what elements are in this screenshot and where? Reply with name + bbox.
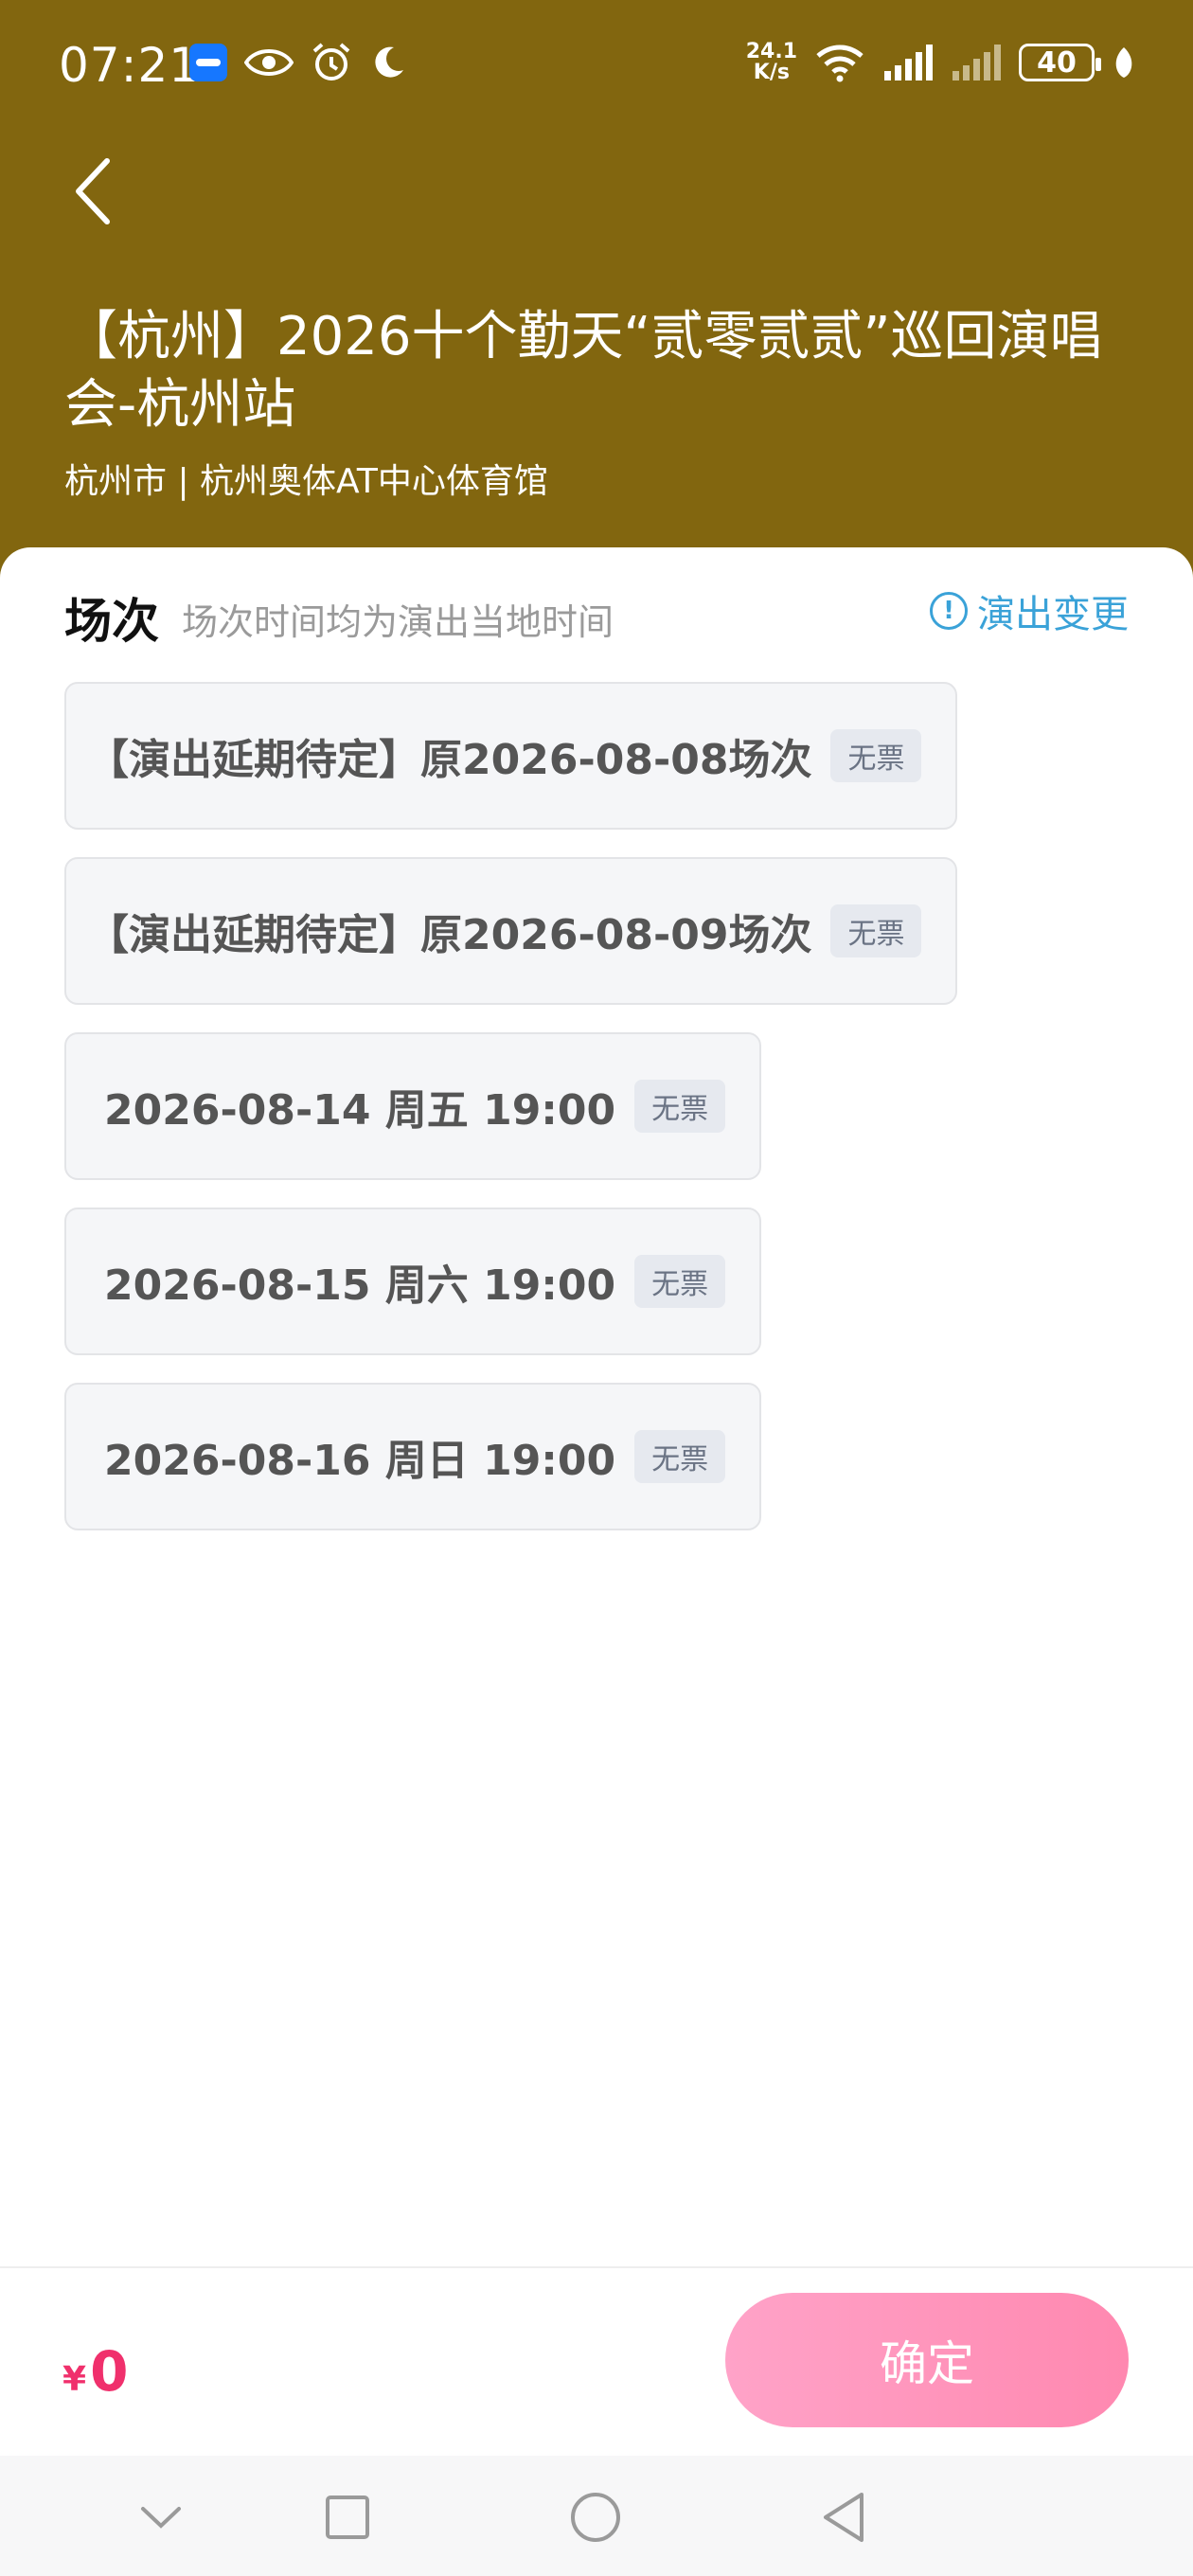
net-speed-value: 24.1 [745,40,797,63]
net-speed: 24.1 K/s [746,42,797,83]
system-nav-bar [0,2456,1193,2576]
status-time: 07:21 [59,38,201,93]
alarm-icon [312,43,350,80]
session-sheet: 场次 场次时间均为演出当地时间 ! 演出变更 【演出延期待定】原2026-08-… [0,547,1193,2266]
nav-back-button[interactable] [810,2484,877,2550]
confirm-button[interactable]: 确定 [725,2293,1129,2427]
event-venue: 杭州市 | 杭州奥体AT中心体育馆 [64,462,548,501]
status-right-icons: 24.1 K/s 40 [746,42,1136,83]
session-label: 【演出延期待定】原2026-08-08场次 [87,736,812,784]
sold-out-tag: 无票 [830,904,922,957]
status-left-icons [189,42,407,83]
info-icon: ! [930,592,968,630]
section-note: 场次时间均为演出当地时间 [182,601,614,643]
nav-home-button[interactable] [562,2484,629,2550]
session-label: 2026-08-16 周日 19:00 [104,1437,616,1485]
total-price: ¥ 0 [62,2339,128,2404]
moon-icon [375,46,403,78]
signal-weak-icon [953,45,1001,80]
sold-out-tag: 无票 [634,1430,726,1483]
battery-indicator: 40 [1019,44,1101,81]
session-label: 2026-08-15 周六 19:00 [104,1261,616,1310]
nav-collapse-button[interactable] [128,2484,194,2550]
app-notification-icon [189,44,227,81]
signal-icon [884,45,933,80]
session-option[interactable]: 【演出延期待定】原2026-08-09场次 无票 [64,857,958,1005]
price-value: 0 [90,2339,129,2404]
sold-out-tag: 无票 [634,1080,726,1133]
event-title: 【杭州】2026十个勤天“贰零贰贰”巡回演唱会-杭州站 [64,306,1103,436]
square-icon [326,2496,369,2539]
session-option[interactable]: 2026-08-15 周六 19:00 无票 [64,1208,762,1355]
bottom-bar: ¥ 0 确定 [0,2266,1193,2456]
sold-out-tag: 无票 [830,729,922,782]
wifi-icon [816,45,864,82]
net-speed-unit: K/s [753,61,790,84]
currency-symbol: ¥ [62,2360,87,2399]
section-title: 场次 [64,594,159,649]
eye-icon [244,49,294,76]
chevron-down-icon [141,2507,181,2529]
chevron-left-icon [76,158,110,224]
show-change-link[interactable]: ! 演出变更 [930,583,1129,638]
status-bar: 07:21 24.1 K/s 40 [0,0,1193,137]
page: 07:21 24.1 K/s 40 【杭州】2026十个勤天“贰零贰贰”巡回演唱… [0,0,1193,2576]
nav-recents-button[interactable] [314,2484,381,2550]
session-option[interactable]: 【演出延期待定】原2026-08-08场次 无票 [64,682,958,830]
session-label: 2026-08-14 周五 19:00 [104,1086,616,1135]
back-button[interactable] [59,153,125,229]
session-label: 【演出延期待定】原2026-08-09场次 [87,911,812,959]
session-option[interactable]: 2026-08-14 周五 19:00 无票 [64,1032,762,1180]
sold-out-tag: 无票 [634,1255,726,1308]
session-option[interactable]: 2026-08-16 周日 19:00 无票 [64,1383,762,1530]
leaf-icon [1115,47,1132,78]
show-change-label: 演出变更 [977,593,1129,636]
triangle-back-icon [824,2493,864,2542]
circle-icon [571,2493,620,2542]
header: 07:21 24.1 K/s 40 【杭州】2026十个勤天“贰零贰贰”巡回演唱… [0,0,1193,587]
